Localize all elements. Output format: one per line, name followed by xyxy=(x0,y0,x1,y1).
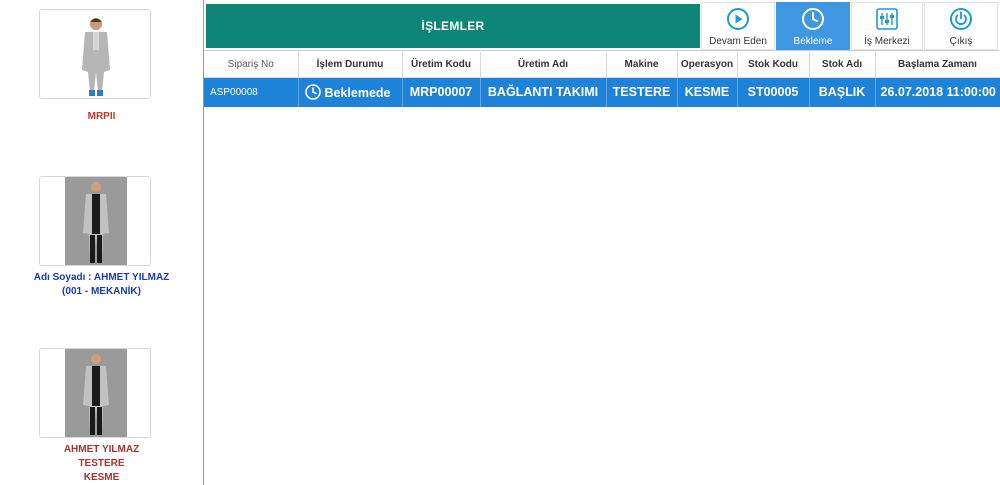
work-center-label: İş Merkezi xyxy=(864,36,910,47)
person-figure-icon xyxy=(65,177,127,265)
operator-department-label: (001 - MEKANİK) xyxy=(62,286,141,297)
table-row[interactable]: ASP00008 Beklemede MRP00007 BAĞLANTI TAK… xyxy=(204,77,1000,107)
waiting-button[interactable]: Bekleme xyxy=(776,2,850,50)
assignment-caption: AHMET YILMAZ TESTERE KESME xyxy=(0,443,203,485)
operator-name-label: Adı Soyadı : AHMET YILMAZ xyxy=(33,272,170,283)
sidebar: › MRPII Adı Soyadı : AHMET YILMAZ (001 -… xyxy=(0,0,203,485)
clock-icon xyxy=(802,8,824,30)
play-icon xyxy=(727,8,749,30)
column-header-operation[interactable]: Operasyon xyxy=(677,52,738,78)
cell-machine: TESTERE xyxy=(606,77,678,107)
assignment-operator-label: AHMET YILMAZ xyxy=(63,444,140,455)
page-title: İŞLEMLER xyxy=(206,4,700,48)
cell-stock-code: ST00005 xyxy=(737,77,810,107)
operator-caption: Adı Soyadı : AHMET YILMAZ (001 - MEKANİK… xyxy=(0,271,203,299)
power-icon xyxy=(950,8,972,30)
exit-button[interactable]: Çıkış xyxy=(924,2,998,50)
person-figure-icon xyxy=(82,18,110,96)
waiting-label: Bekleme xyxy=(793,36,833,47)
column-header-stock-name[interactable]: Stok Adı xyxy=(809,52,876,78)
clock-icon xyxy=(304,84,321,101)
exit-label: Çıkış xyxy=(949,36,973,47)
status-text: Beklemede xyxy=(324,86,391,101)
in-progress-button[interactable]: Devam Eden xyxy=(701,2,775,50)
toolbar: İŞLEMLER Devam Eden Bekleme İş Merkezi Ç… xyxy=(204,0,1000,51)
column-header-production-code[interactable]: Üretim Kodu xyxy=(402,52,481,78)
assignment-machine-label: TESTERE xyxy=(78,458,125,469)
operations-table: Sipariş No İşlem Durumu Üretim Kodu Üret… xyxy=(204,52,1000,107)
operator-photo-card[interactable] xyxy=(39,176,151,266)
work-center-button[interactable]: İş Merkezi xyxy=(851,2,923,50)
in-progress-label: Devam Eden xyxy=(709,36,767,47)
column-header-production-name[interactable]: Üretim Adı xyxy=(480,52,607,78)
machine-photo-card[interactable]: › xyxy=(39,9,151,99)
column-header-stock-code[interactable]: Stok Kodu xyxy=(737,52,810,78)
cell-start-time: 26.07.2018 11:00:00 xyxy=(875,77,1000,107)
person-figure-icon xyxy=(65,349,127,437)
machine-caption: MRPII xyxy=(0,110,203,124)
table-header-row: Sipariş No İşlem Durumu Üretim Kodu Üret… xyxy=(204,52,1000,78)
column-header-machine[interactable]: Makine xyxy=(606,52,678,78)
cell-stock-name: BAŞLIK xyxy=(809,77,876,107)
cell-production-code: MRP00007 xyxy=(402,77,481,107)
cell-production-name: BAĞLANTI TAKIMI xyxy=(480,77,607,107)
column-header-status[interactable]: İşlem Durumu xyxy=(298,52,403,78)
cell-operation: KESME xyxy=(677,77,738,107)
machine-name-label: MRPII xyxy=(87,111,116,122)
assignment-operation-label: KESME xyxy=(83,472,120,483)
assignment-photo-card[interactable] xyxy=(39,348,151,438)
column-header-order-no[interactable]: Sipariş No xyxy=(204,52,299,78)
column-header-start-time[interactable]: Başlama Zamanı xyxy=(875,52,1000,78)
cell-status: Beklemede xyxy=(298,77,403,107)
cell-order-no: ASP00008 xyxy=(204,77,299,107)
sliders-icon xyxy=(876,8,898,30)
main-panel: İŞLEMLER Devam Eden Bekleme İş Merkezi Ç… xyxy=(204,0,1000,485)
